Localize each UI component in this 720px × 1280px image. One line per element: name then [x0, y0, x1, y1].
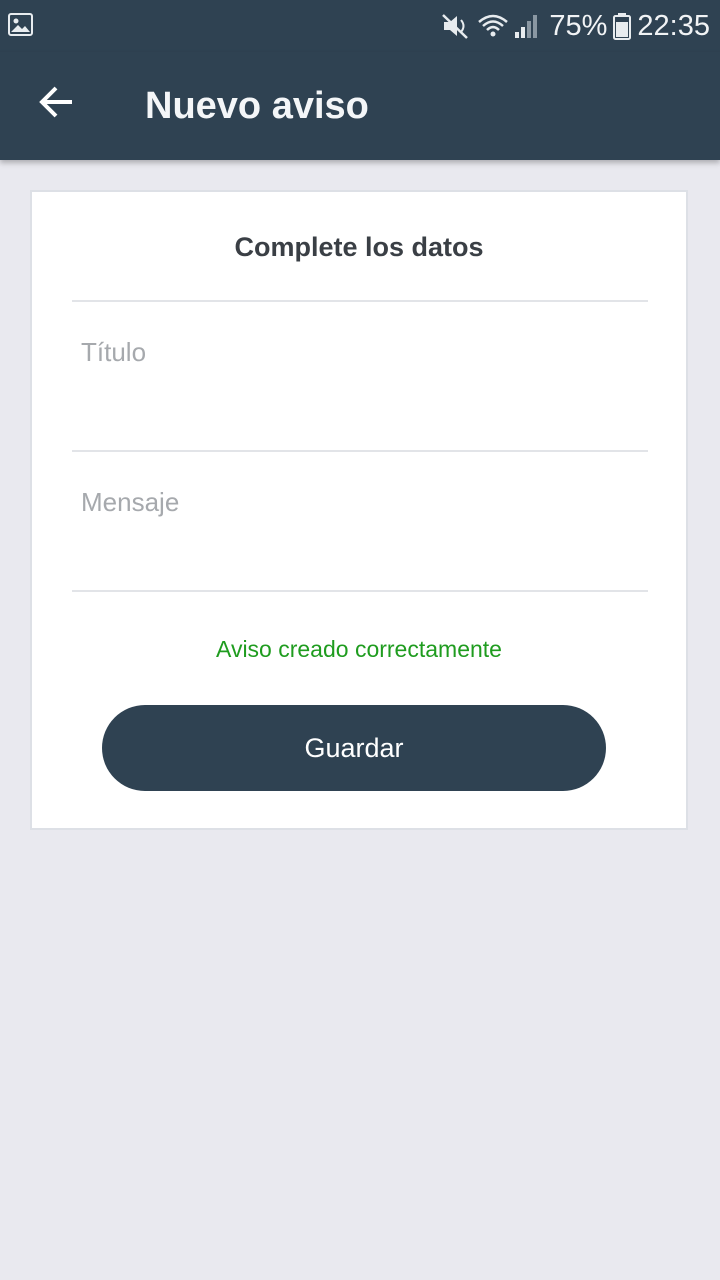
mute-icon [441, 12, 471, 40]
image-icon [8, 13, 33, 36]
app-bar: Nuevo aviso [0, 52, 720, 160]
divider [72, 590, 648, 592]
form-card: Complete los datos Aviso creado correcta… [30, 190, 688, 830]
back-button[interactable] [28, 76, 84, 132]
wifi-icon [477, 12, 509, 40]
arrow-back-icon [38, 86, 74, 123]
battery-percent: 75% [549, 10, 608, 42]
page-title: Nuevo aviso [145, 85, 369, 127]
clock: 22:35 [637, 10, 710, 42]
status-indicators: 75% 22:35 [441, 8, 710, 44]
form-heading: Complete los datos [234, 232, 484, 262]
status-bar: 75% 22:35 [0, 0, 720, 52]
save-button[interactable]: Guardar [102, 705, 606, 791]
battery-icon [613, 12, 632, 40]
status-message: Aviso creado correctamente [216, 636, 502, 662]
signal-icon [513, 12, 543, 40]
message-input[interactable] [72, 452, 648, 552]
title-input[interactable] [72, 302, 648, 402]
